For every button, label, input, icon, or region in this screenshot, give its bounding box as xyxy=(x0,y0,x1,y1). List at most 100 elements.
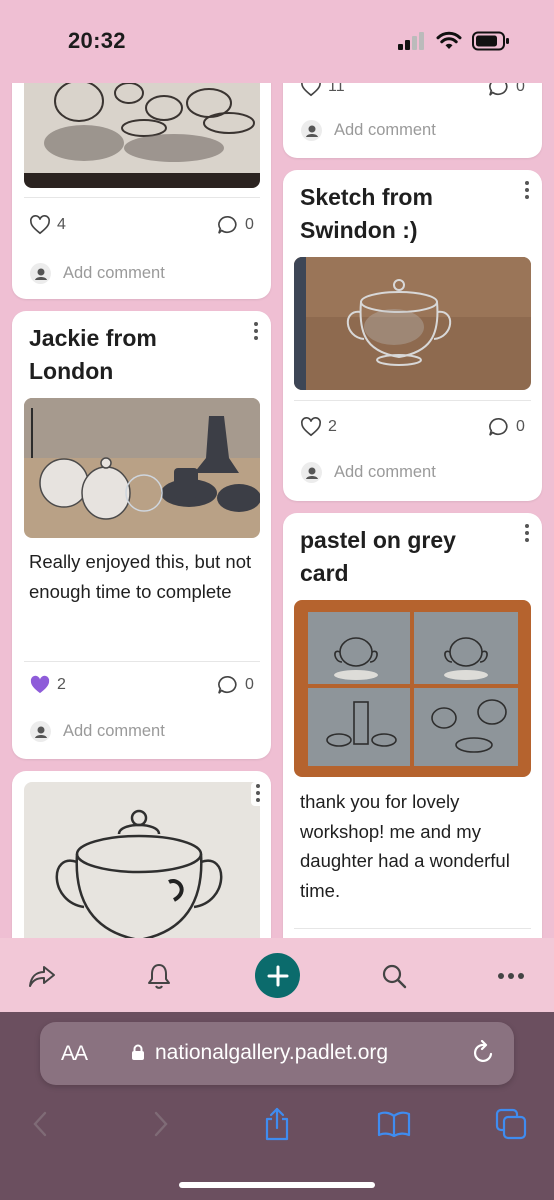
post-image-teaset-sketch[interactable] xyxy=(24,83,260,188)
card-divider xyxy=(294,928,531,929)
dot-icon xyxy=(525,524,529,528)
tabs-icon xyxy=(495,1108,527,1140)
share-sheet-button[interactable] xyxy=(257,1104,297,1144)
signal-icon xyxy=(398,32,424,50)
post-title: Jackie from London xyxy=(29,325,157,384)
dot-icon xyxy=(256,798,260,802)
heart-icon xyxy=(30,215,50,235)
comment-count-button[interactable]: 0 xyxy=(217,215,254,235)
reader-options-button[interactable]: AA xyxy=(61,1042,88,1066)
avatar xyxy=(301,462,322,483)
dot-icon xyxy=(525,531,529,535)
comment-count: 0 xyxy=(245,676,254,693)
post-title: Sketch from Swindon :) xyxy=(300,184,433,243)
avatar xyxy=(30,721,51,742)
avatar xyxy=(301,120,322,141)
post-menu-button[interactable] xyxy=(253,322,259,342)
comment-count-button[interactable]: 0 xyxy=(488,417,525,437)
dot-icon xyxy=(525,188,529,192)
browser-chrome: AA nationalgallery.padlet.org xyxy=(0,1012,554,1200)
add-comment-label: Add comment xyxy=(334,463,436,481)
tabs-button[interactable] xyxy=(491,1104,531,1144)
like-count: 4 xyxy=(57,216,66,233)
heart-filled-icon xyxy=(30,675,50,694)
bell-icon xyxy=(148,964,170,989)
status-icons xyxy=(398,31,510,51)
padlet-board[interactable]: 4 0 Add comment Jackie from London Reall… xyxy=(0,83,554,938)
add-comment-label: Add comment xyxy=(334,121,436,139)
like-count: 11 xyxy=(328,83,345,95)
more-button[interactable] xyxy=(491,956,531,996)
battery-icon xyxy=(472,31,509,51)
book-icon xyxy=(377,1111,411,1137)
card-divider xyxy=(294,400,531,401)
comment-count: 0 xyxy=(516,83,525,95)
plus-icon xyxy=(267,965,288,986)
user-avatar-icon xyxy=(305,467,318,479)
card-divider xyxy=(24,197,260,198)
post-image-swindon[interactable] xyxy=(294,257,531,390)
aa-label: AA xyxy=(61,1042,88,1065)
status-time: 20:32 xyxy=(68,28,126,53)
reload-icon[interactable] xyxy=(472,1040,496,1066)
comment-icon xyxy=(218,675,237,694)
chevron-right-icon xyxy=(154,1111,168,1137)
post-card-sugar-bowl[interactable] xyxy=(12,771,271,938)
comment-icon xyxy=(489,83,508,96)
comment-count: 0 xyxy=(516,418,525,435)
like-count: 2 xyxy=(328,418,337,435)
post-image-sugar-bowl[interactable] xyxy=(24,782,260,938)
dot-icon xyxy=(525,538,529,542)
post-body: thank you for lovely workshop! me and my… xyxy=(300,791,510,901)
like-button[interactable]: 2 xyxy=(300,417,337,437)
like-count: 2 xyxy=(57,676,66,693)
back-button[interactable] xyxy=(20,1104,60,1144)
comment-count: 0 xyxy=(245,216,254,233)
address-bar[interactable]: AA nationalgallery.padlet.org xyxy=(40,1022,514,1085)
lock-icon xyxy=(132,1044,144,1060)
like-button[interactable]: 4 xyxy=(29,215,66,235)
chevron-left-icon xyxy=(33,1111,47,1137)
post-menu-button[interactable] xyxy=(524,181,530,201)
post-card-jackie[interactable]: Jackie from London Really enjoyed this, … xyxy=(12,311,271,759)
post-menu-button[interactable] xyxy=(251,782,265,806)
post-menu-button[interactable] xyxy=(524,524,530,544)
add-comment-field[interactable]: Add comment xyxy=(301,120,436,141)
share-icon xyxy=(29,966,55,987)
notifications-button[interactable] xyxy=(139,956,179,996)
forward-button[interactable] xyxy=(141,1104,181,1144)
comment-icon xyxy=(489,417,508,436)
share-up-icon xyxy=(265,1107,289,1141)
add-comment-field[interactable]: Add comment xyxy=(30,721,165,742)
dot-icon xyxy=(254,329,258,333)
comment-icon xyxy=(218,215,237,234)
post-image-pastel[interactable] xyxy=(294,600,531,777)
like-button[interactable]: 2 xyxy=(29,675,66,695)
post-card-pastel[interactable]: pastel on grey card thank you for lovely… xyxy=(283,513,542,938)
avatar xyxy=(30,263,51,284)
dot-icon xyxy=(256,791,260,795)
like-button[interactable]: 11 xyxy=(300,83,345,97)
user-avatar-icon xyxy=(34,726,47,738)
add-post-button[interactable] xyxy=(255,953,300,998)
bookmarks-button[interactable] xyxy=(374,1104,414,1144)
add-comment-label: Add comment xyxy=(63,722,165,740)
post-body: Really enjoyed this, but not enough time… xyxy=(29,551,252,602)
comment-count-button[interactable]: 0 xyxy=(488,83,525,97)
add-comment-field[interactable]: Add comment xyxy=(30,263,165,284)
home-indicator xyxy=(179,1182,375,1188)
post-image-jackie[interactable] xyxy=(24,398,260,538)
post-card-right-top[interactable]: 11 0 Add comment xyxy=(283,83,542,158)
user-avatar-icon xyxy=(34,268,47,280)
post-card-swindon[interactable]: Sketch from Swindon :) 2 0 Add comment xyxy=(283,170,542,501)
search-icon xyxy=(382,964,407,989)
dot-icon xyxy=(256,784,260,788)
add-comment-field[interactable]: Add comment xyxy=(301,462,436,483)
share-button[interactable] xyxy=(22,956,62,996)
more-icon xyxy=(498,973,524,979)
heart-icon xyxy=(301,83,321,97)
post-card-teaset-sketch[interactable]: 4 0 Add comment xyxy=(12,83,271,299)
comment-count-button[interactable]: 0 xyxy=(217,675,254,695)
search-button[interactable] xyxy=(374,956,414,996)
dot-icon xyxy=(525,195,529,199)
